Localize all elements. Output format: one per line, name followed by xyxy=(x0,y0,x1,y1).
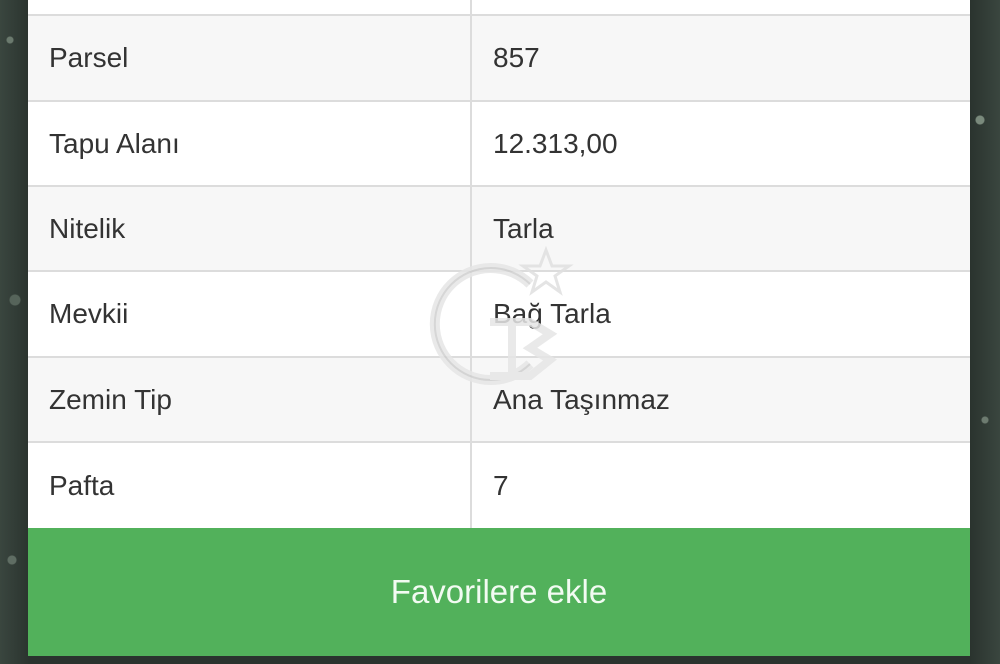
row-label xyxy=(28,0,472,14)
row-label: Parsel xyxy=(28,16,472,100)
parcel-info-table: Parsel 857 Tapu Alanı 12.313,00 Nitelik … xyxy=(28,0,970,528)
row-label: Mevkii xyxy=(28,272,472,356)
table-row-tapu-alani: Tapu Alanı 12.313,00 xyxy=(28,102,970,187)
table-row-pafta: Pafta 7 xyxy=(28,443,970,528)
parcel-info-panel: Parsel 857 Tapu Alanı 12.313,00 Nitelik … xyxy=(28,0,970,656)
row-value xyxy=(472,0,970,14)
row-value: 12.313,00 xyxy=(493,127,618,159)
row-label: Tapu Alanı xyxy=(28,102,472,185)
row-value: Ana Taşınmaz xyxy=(493,383,670,415)
table-row-nitelik: Nitelik Tarla xyxy=(28,187,970,272)
row-label: Zemin Tip xyxy=(28,358,472,441)
row-value: Tarla xyxy=(493,212,554,244)
table-row xyxy=(28,0,970,16)
row-label: Pafta xyxy=(28,443,472,528)
add-to-favorites-button[interactable]: Favorilere ekle xyxy=(28,528,970,656)
row-value: 857 xyxy=(493,42,540,73)
row-value: Bağ Tarla xyxy=(493,298,611,329)
table-row-zemin-tip: Zemin Tip Ana Taşınmaz xyxy=(28,358,970,443)
table-row-parsel: Parsel 857 xyxy=(28,16,970,102)
row-value: 7 xyxy=(493,469,509,501)
table-row-mevkii: Mevkii Bağ Tarla xyxy=(28,272,970,358)
row-label: Nitelik xyxy=(28,187,472,270)
